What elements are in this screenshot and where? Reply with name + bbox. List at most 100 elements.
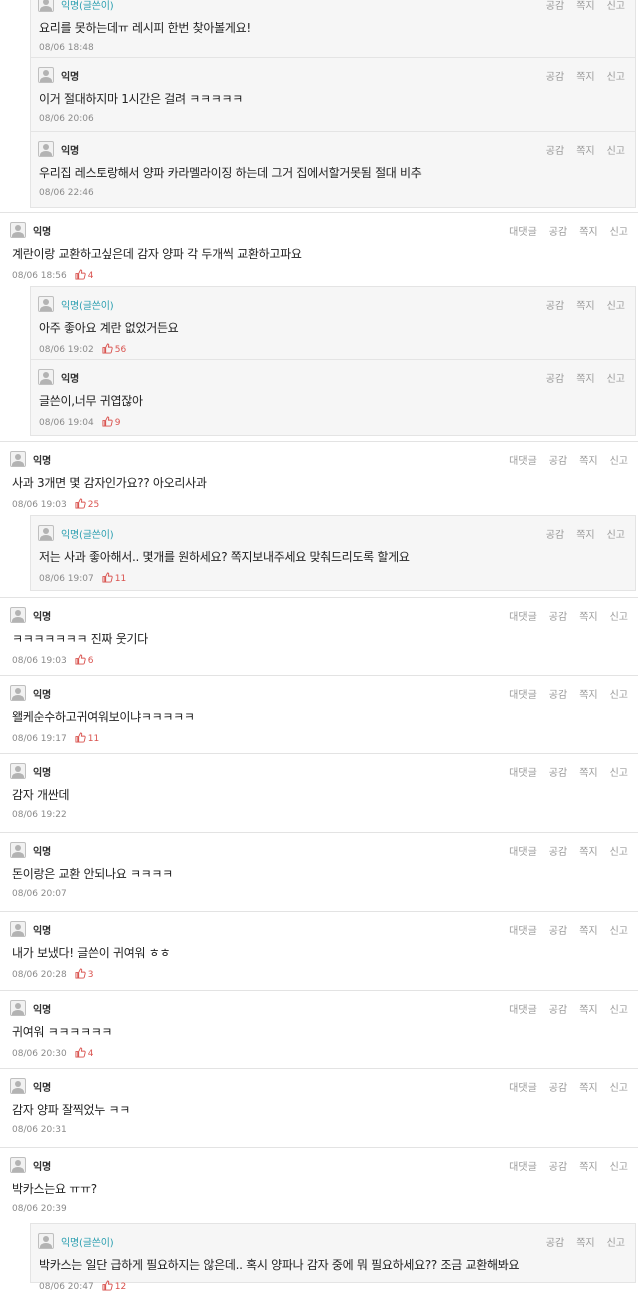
- report-link[interactable]: 신고: [610, 843, 628, 858]
- timestamp: 08/06 20:47: [39, 1282, 94, 1292]
- comment-meta: 08/06 20:07: [12, 889, 67, 899]
- message-link[interactable]: 쪽지: [576, 0, 594, 12]
- like-link[interactable]: 공감: [549, 686, 567, 701]
- comment-text: 감자 개싼데: [12, 788, 70, 802]
- message-link[interactable]: 쪽지: [579, 686, 597, 701]
- comment-header: 익명(글쓴이): [38, 0, 114, 12]
- author-name: 익명(글쓴이): [61, 0, 114, 12]
- like-link[interactable]: 공감: [546, 526, 564, 541]
- message-link[interactable]: 쪽지: [579, 1158, 597, 1173]
- comment-text: 이거 절대하지마 1시간은 걸려 ㅋㅋㅋㅋㅋ: [39, 92, 243, 106]
- report-link[interactable]: 신고: [610, 1158, 628, 1173]
- report-link[interactable]: 신고: [607, 0, 625, 12]
- reply-link[interactable]: 대댓글: [509, 1158, 537, 1173]
- comment-header: 익명: [38, 369, 79, 385]
- like-link[interactable]: 공감: [546, 1234, 564, 1249]
- like-link[interactable]: 공감: [549, 608, 567, 623]
- thumbs-up-icon: [102, 1280, 115, 1294]
- avatar-icon: [10, 842, 26, 858]
- like-link[interactable]: 공감: [546, 297, 564, 312]
- author-name: 익명: [33, 925, 51, 937]
- message-link[interactable]: 쪽지: [579, 223, 597, 238]
- comment-actions: 공감 쪽지 신고: [546, 370, 625, 385]
- report-link[interactable]: 신고: [610, 223, 628, 238]
- message-link[interactable]: 쪽지: [576, 1234, 594, 1249]
- like-link[interactable]: 공감: [546, 370, 564, 385]
- message-link[interactable]: 쪽지: [579, 764, 597, 779]
- comment-meta: 08/06 19:17 11: [12, 732, 99, 746]
- report-link[interactable]: 신고: [610, 922, 628, 937]
- thumbs-up-icon: [75, 1047, 88, 1061]
- like-link[interactable]: 공감: [549, 452, 567, 467]
- report-link[interactable]: 신고: [610, 764, 628, 779]
- comment-actions: 대댓글 공감 쪽지 신고: [509, 608, 628, 623]
- comment: 익명 대댓글 공감 쪽지 신고 ㅋㅋㅋㅋㅋㅋㅋ 진짜 웃기다 08/06 19:03 6: [0, 597, 638, 673]
- report-link[interactable]: 신고: [610, 686, 628, 701]
- like-link[interactable]: 공감: [549, 843, 567, 858]
- report-link[interactable]: 신고: [607, 1234, 625, 1249]
- author-name: 익명: [33, 689, 51, 701]
- comment-header: 익명: [10, 222, 51, 238]
- like-link[interactable]: 공감: [546, 142, 564, 157]
- reply-link[interactable]: 대댓글: [509, 608, 537, 623]
- report-link[interactable]: 신고: [607, 526, 625, 541]
- reply-link[interactable]: 대댓글: [509, 452, 537, 467]
- comment-text: 아주 좋아요 계란 없었거든요: [39, 321, 179, 335]
- like-link[interactable]: 공감: [549, 1079, 567, 1094]
- report-link[interactable]: 신고: [607, 297, 625, 312]
- message-link[interactable]: 쪽지: [579, 452, 597, 467]
- thumbs-up-icon: [75, 269, 88, 283]
- report-link[interactable]: 신고: [607, 142, 625, 157]
- report-link[interactable]: 신고: [610, 608, 628, 623]
- author-name: 익명(글쓴이): [61, 300, 114, 312]
- message-link[interactable]: 쪽지: [579, 608, 597, 623]
- like-link[interactable]: 공감: [549, 1001, 567, 1016]
- message-link[interactable]: 쪽지: [579, 1001, 597, 1016]
- report-link[interactable]: 신고: [607, 68, 625, 83]
- like-link[interactable]: 공감: [546, 0, 564, 12]
- thumbs-up-icon: [75, 968, 88, 982]
- reply-link[interactable]: 대댓글: [509, 1001, 537, 1016]
- report-link[interactable]: 신고: [610, 452, 628, 467]
- like-number: 4: [87, 271, 94, 281]
- avatar-icon: [10, 1000, 26, 1016]
- like-link[interactable]: 공감: [549, 223, 567, 238]
- message-link[interactable]: 쪽지: [576, 68, 594, 83]
- report-link[interactable]: 신고: [607, 370, 625, 385]
- message-link[interactable]: 쪽지: [579, 843, 597, 858]
- reply-link[interactable]: 대댓글: [509, 764, 537, 779]
- author-name: 익명: [33, 455, 51, 467]
- report-link[interactable]: 신고: [610, 1079, 628, 1094]
- comment-meta: 08/06 18:56 4: [12, 269, 93, 283]
- avatar-icon: [10, 1157, 26, 1173]
- message-link[interactable]: 쪽지: [576, 142, 594, 157]
- message-link[interactable]: 쪽지: [579, 922, 597, 937]
- reply-link[interactable]: 대댓글: [509, 843, 537, 858]
- message-link[interactable]: 쪽지: [576, 297, 594, 312]
- message-link[interactable]: 쪽지: [579, 1079, 597, 1094]
- comment-actions: 대댓글 공감 쪽지 신고: [509, 922, 628, 937]
- comment-meta: 08/06 19:03 25: [12, 498, 99, 512]
- reply-link[interactable]: 대댓글: [509, 922, 537, 937]
- comment-actions: 대댓글 공감 쪽지 신고: [509, 1158, 628, 1173]
- comment-actions: 공감 쪽지 신고: [546, 526, 625, 541]
- comment-meta: 08/06 19:03 6: [12, 654, 93, 668]
- message-link[interactable]: 쪽지: [576, 370, 594, 385]
- reply-link[interactable]: 대댓글: [509, 1079, 537, 1094]
- comment-meta: 08/06 19:07 11: [39, 572, 126, 586]
- author-name: 익명(글쓴이): [61, 1237, 114, 1249]
- like-link[interactable]: 공감: [549, 764, 567, 779]
- reply-link[interactable]: 대댓글: [509, 686, 537, 701]
- like-link[interactable]: 공감: [549, 922, 567, 937]
- comment: 익명 대댓글 공감 쪽지 신고 감자 개싼데 08/06 19:22: [0, 753, 638, 829]
- like-number: 56: [114, 345, 127, 355]
- report-link[interactable]: 신고: [610, 1001, 628, 1016]
- timestamp: 08/06 20:31: [12, 1125, 67, 1135]
- like-link[interactable]: 공감: [546, 68, 564, 83]
- like-number: 4: [87, 1049, 94, 1059]
- comment-text: 계란이랑 교환하고싶은데 감자 양파 각 두개씩 교환하고파요: [12, 247, 302, 261]
- like-link[interactable]: 공감: [549, 1158, 567, 1173]
- reply-link[interactable]: 대댓글: [509, 223, 537, 238]
- like-count: 6: [75, 654, 93, 668]
- message-link[interactable]: 쪽지: [576, 526, 594, 541]
